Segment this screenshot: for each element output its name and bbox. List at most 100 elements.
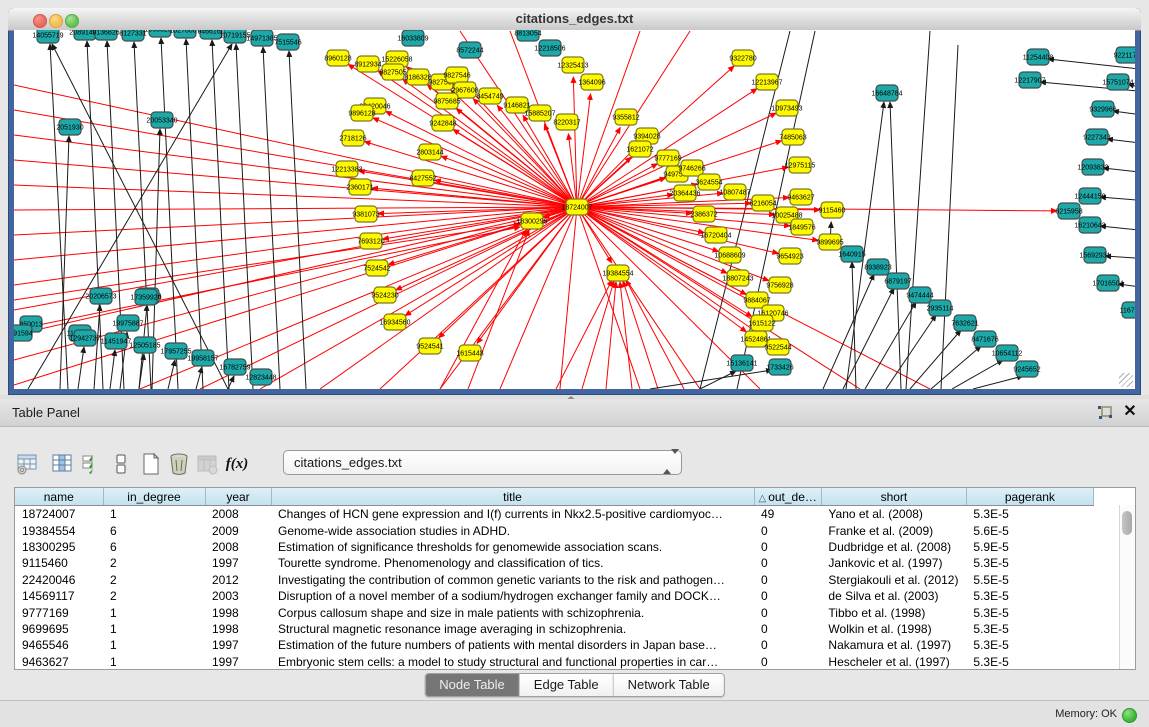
graph-node[interactable]: 8960128 bbox=[324, 50, 351, 66]
graph-node[interactable]: 9777169 bbox=[654, 150, 681, 166]
graph-node[interactable]: 9827505 bbox=[379, 64, 406, 80]
vertical-scrollbar[interactable] bbox=[1119, 505, 1135, 669]
select-rows-icon[interactable] bbox=[78, 451, 104, 477]
graph-node[interactable]: 14055719 bbox=[32, 30, 63, 43]
close-panel-icon[interactable]: ✕ bbox=[1121, 402, 1139, 422]
graph-node[interactable]: 9245652 bbox=[1013, 361, 1040, 377]
graph-node[interactable]: 12213383 bbox=[331, 161, 362, 177]
column-header-in_degree[interactable]: in_degree bbox=[103, 488, 205, 506]
graph-node[interactable]: 15692931 bbox=[1079, 247, 1110, 263]
graph-node[interactable]: 9827546 bbox=[443, 67, 470, 83]
graph-node[interactable]: 15136141 bbox=[726, 355, 757, 371]
graph-node[interactable]: 9875685 bbox=[433, 93, 460, 109]
table-row[interactable]: 1872400712008Changes of HCN gene express… bbox=[15, 506, 1093, 523]
graph-node[interactable]: 7524542 bbox=[363, 260, 390, 276]
graph-node[interactable]: 12218506 bbox=[534, 40, 565, 56]
graph-node[interactable]: 20053340 bbox=[146, 112, 177, 128]
delete-table-icon[interactable] bbox=[166, 451, 192, 477]
graph-node[interactable]: 12823448 bbox=[245, 369, 276, 385]
table-row[interactable]: 946362711997Embryonic stem cells: a mode… bbox=[15, 654, 1093, 670]
graph-node[interactable]: 2935114 bbox=[927, 300, 954, 316]
scrollbar-thumb[interactable] bbox=[1122, 511, 1132, 535]
graph-node[interactable]: 12942737 bbox=[69, 330, 100, 346]
graph-node[interactable]: 2386372 bbox=[690, 206, 717, 222]
graph-node[interactable]: 20206573 bbox=[85, 288, 116, 304]
graph-node[interactable]: 7632621 bbox=[951, 315, 978, 331]
graph-node[interactable]: 9115460 bbox=[819, 202, 846, 218]
graph-node[interactable]: 8813054 bbox=[514, 30, 541, 41]
graph-node[interactable]: 17359924 bbox=[130, 289, 161, 305]
graph-node[interactable]: 9896128 bbox=[348, 105, 375, 121]
graph-node[interactable]: 1849576 bbox=[788, 219, 815, 235]
graph-node[interactable]: 15751074 bbox=[1102, 74, 1133, 90]
graph-node[interactable]: 9355812 bbox=[612, 109, 639, 125]
graph-node[interactable]: 9524230 bbox=[371, 287, 398, 303]
graph-node[interactable]: 9221174 bbox=[1114, 47, 1135, 63]
node-table[interactable]: namein_degreeyeartitle△out_de…shortpager… bbox=[14, 487, 1136, 670]
graph-node[interactable]: 6879197 bbox=[884, 273, 911, 289]
table-row[interactable]: 1938455462009Genome-wide association stu… bbox=[15, 522, 1093, 538]
graph-node[interactable]: 19958157 bbox=[187, 350, 218, 366]
graph-node[interactable]: 8220317 bbox=[553, 114, 580, 130]
graph-node[interactable]: 19975887 bbox=[112, 315, 143, 331]
tab-edge-table[interactable]: Edge Table bbox=[520, 674, 614, 696]
graph-node[interactable]: 2360171 bbox=[346, 179, 373, 195]
graph-node[interactable]: 10973493 bbox=[771, 100, 802, 116]
graph-node[interactable]: 12444159 bbox=[1074, 188, 1105, 204]
graph-node[interactable]: 18724007 bbox=[561, 199, 592, 215]
citation-network-graph[interactable]: 1872400789601288912934152260589827505818… bbox=[14, 30, 1135, 389]
graph-node[interactable]: 9524541 bbox=[416, 338, 443, 354]
graph-node[interactable]: 8938923 bbox=[864, 259, 891, 275]
memory-ok-icon[interactable] bbox=[1122, 708, 1137, 723]
graph-node[interactable]: 1167533 bbox=[1120, 302, 1135, 318]
table-row[interactable]: 911546021997Tourette syndrome. Phenomeno… bbox=[15, 555, 1093, 571]
table-header-row[interactable]: namein_degreeyeartitle△out_de…shortpager… bbox=[15, 488, 1093, 506]
float-panel-icon[interactable] bbox=[1097, 405, 1113, 421]
merge-rows-icon[interactable] bbox=[108, 451, 134, 477]
graph-node[interactable]: 2718126 bbox=[339, 130, 366, 146]
graph-node[interactable]: 8215958 bbox=[1055, 203, 1082, 219]
graph-node[interactable]: 9522544 bbox=[764, 339, 791, 355]
graph-node[interactable]: 17016504 bbox=[1092, 275, 1123, 291]
graph-node[interactable]: 7485063 bbox=[779, 129, 806, 145]
graph-node[interactable]: 9322780 bbox=[729, 50, 756, 66]
graph-node[interactable]: 7515546 bbox=[274, 34, 301, 50]
graph-node[interactable]: 16934560 bbox=[379, 314, 410, 330]
graph-node[interactable]: 14971385 bbox=[246, 30, 277, 46]
tab-node-table[interactable]: Node Table bbox=[425, 674, 520, 696]
graph-node[interactable]: 9381073 bbox=[352, 206, 379, 222]
column-header-name[interactable]: name bbox=[15, 488, 103, 506]
select-columns-icon[interactable] bbox=[49, 451, 75, 477]
graph-node[interactable]: 391594 bbox=[14, 325, 33, 341]
graph-node[interactable]: 18807243 bbox=[722, 270, 753, 286]
table-row[interactable]: 946554611997Estimation of the future num… bbox=[15, 637, 1093, 653]
new-table-icon[interactable] bbox=[138, 451, 164, 477]
graph-node[interactable]: 9899695 bbox=[816, 234, 843, 250]
graph-node[interactable]: 9136826 bbox=[92, 30, 119, 40]
graph-node[interactable]: 8912934 bbox=[354, 56, 381, 72]
column-header-pagerank[interactable]: pagerank bbox=[966, 488, 1093, 506]
graph-node[interactable]: 3624554 bbox=[695, 174, 722, 190]
table-select-dropdown[interactable]: citations_edges.txt bbox=[283, 450, 682, 475]
graph-node[interactable]: 8454749 bbox=[476, 88, 503, 104]
graph-node[interactable]: 20364436 bbox=[669, 185, 700, 201]
graph-node[interactable]: 8572244 bbox=[456, 42, 483, 58]
table-row[interactable]: 969969511998Structural magnetic resonanc… bbox=[15, 621, 1093, 637]
import-table-icon[interactable] bbox=[194, 451, 220, 477]
graph-node[interactable]: 1733426 bbox=[766, 359, 793, 375]
graph-node[interactable]: 9227343 bbox=[1083, 129, 1110, 145]
column-header-short[interactable]: short bbox=[821, 488, 966, 506]
column-header-out_de[interactable]: △out_de… bbox=[754, 488, 821, 506]
graph-node[interactable]: 8127331 bbox=[119, 30, 146, 41]
graph-node[interactable]: 12325413 bbox=[557, 57, 588, 73]
graph-node[interactable]: 2051930 bbox=[56, 119, 83, 135]
graph-node[interactable]: 16033809 bbox=[397, 30, 428, 46]
graph-node[interactable]: 1615443 bbox=[456, 345, 483, 361]
graph-node[interactable]: 9654923 bbox=[776, 248, 803, 264]
graph-node[interactable]: 16648784 bbox=[871, 85, 902, 101]
graph-node[interactable]: 12093832 bbox=[1077, 159, 1108, 175]
table-row[interactable]: 977716911998Corpus callosum shape and si… bbox=[15, 604, 1093, 620]
graph-node[interactable]: 18300295 bbox=[516, 213, 547, 229]
graph-node[interactable]: 15278007 bbox=[169, 30, 200, 38]
graph-node[interactable]: 1615122 bbox=[748, 315, 775, 331]
